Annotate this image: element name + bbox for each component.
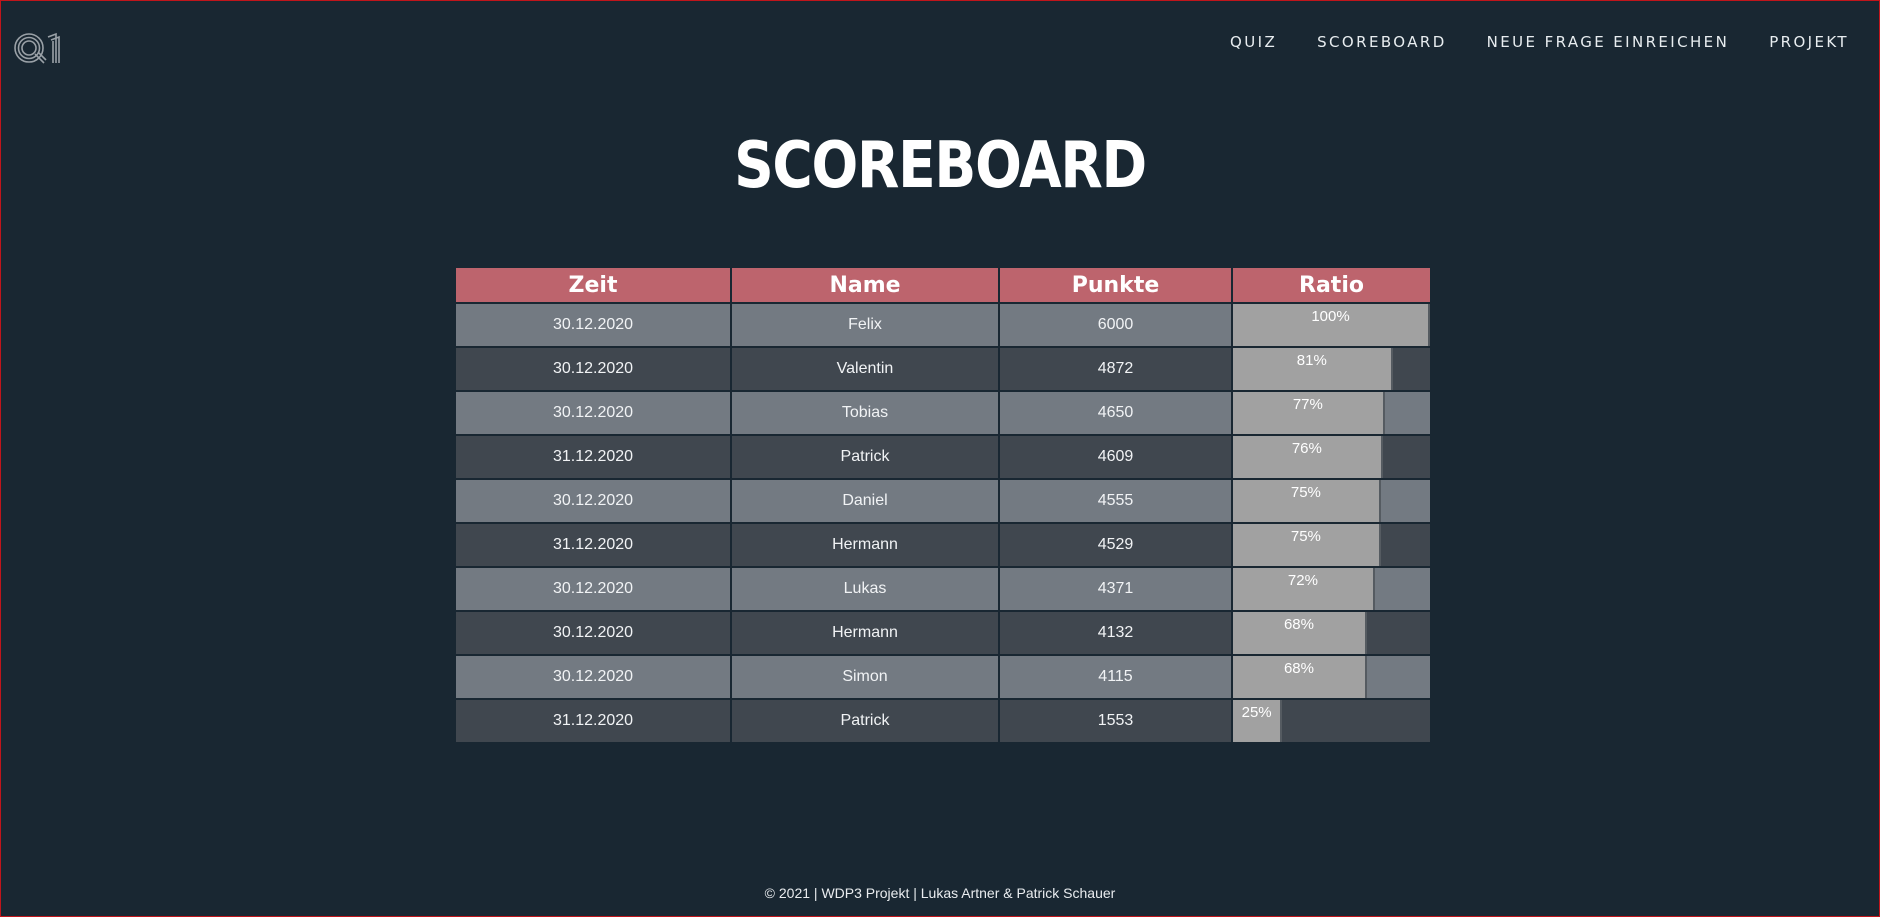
time-cell: 30.12.2020 [454,566,732,612]
ratio-label: 77% [1292,396,1323,413]
column-header-time: Zeit [454,266,732,304]
ratio-label: 25% [1241,704,1272,721]
time-cell: 30.12.2020 [454,610,732,656]
ratio-bar: 77% [1233,392,1385,434]
points-cell: 1553 [998,698,1233,744]
ratio-cell: 76% [1231,434,1432,480]
points-cell: 6000 [998,302,1233,348]
page-title: SCOREBOARD [734,129,1147,203]
ratio-label: 68% [1283,616,1314,633]
name-cell: Daniel [730,478,1000,524]
ratio-bar: 75% [1233,524,1381,566]
time-cell: 30.12.2020 [454,654,732,700]
points-cell: 4650 [998,390,1233,436]
table-row: 31.12.2020 Hermann 4529 75% [454,522,1432,568]
ratio-bar: 76% [1233,436,1383,478]
points-cell: 4609 [998,434,1233,480]
points-cell: 4529 [998,522,1233,568]
name-cell: Patrick [730,698,1000,744]
table-row: 30.12.2020 Valentin 4872 81% [454,346,1432,392]
ratio-cell: 100% [1231,302,1432,348]
footer-copyright: © 2021 | WDP3 Projekt | Lukas Artner & P… [764,885,1116,901]
ratio-bar: 68% [1233,612,1367,654]
table-row: 30.12.2020 Daniel 4555 75% [454,478,1432,524]
ratio-cell: 68% [1231,610,1432,656]
nav-project-link[interactable]: PROJEKT [1769,33,1849,51]
table-body: 30.12.2020 Felix 6000 100% 30.12.2020 Valenti… [454,302,1432,744]
name-cell: Hermann [730,522,1000,568]
column-header-points: Punkte [998,266,1233,304]
column-header-ratio: Ratio [1231,266,1432,304]
ratio-cell: 68% [1231,654,1432,700]
table-row: 31.12.2020 Patrick 4609 76% [454,434,1432,480]
ratio-bar: 81% [1233,348,1393,390]
name-cell: Felix [730,302,1000,348]
table-row: 30.12.2020 Hermann 4132 68% [454,610,1432,656]
points-cell: 4132 [998,610,1233,656]
ratio-cell: 72% [1231,566,1432,612]
nav-scoreboard-link[interactable]: SCOREBOARD [1317,33,1447,51]
table-row: 30.12.2020 Lukas 4371 72% [454,566,1432,612]
time-cell: 30.12.2020 [454,390,732,436]
main-nav: QUIZ SCOREBOARD NEUE FRAGE EINREICHEN PR… [1230,33,1849,51]
ratio-cell: 77% [1231,390,1432,436]
table-row: 30.12.2020 Tobias 4650 77% [454,390,1432,436]
time-cell: 31.12.2020 [454,522,732,568]
points-cell: 4371 [998,566,1233,612]
name-cell: Hermann [730,610,1000,656]
ratio-cell: 25% [1231,698,1432,744]
points-cell: 4555 [998,478,1233,524]
ratio-label: 75% [1290,484,1321,501]
ratio-bar: 68% [1233,656,1367,698]
ratio-label: 81% [1296,352,1327,369]
ratio-label: 72% [1287,572,1318,589]
ratio-bar: 25% [1233,700,1283,742]
q1-logo[interactable]: Q1 [13,31,61,65]
ratio-bar: 100% [1233,304,1430,346]
ratio-bar: 72% [1233,568,1375,610]
table-row: 30.12.2020 Simon 4115 68% [454,654,1432,700]
time-cell: 31.12.2020 [454,698,732,744]
time-cell: 31.12.2020 [454,434,732,480]
points-cell: 4872 [998,346,1233,392]
time-cell: 30.12.2020 [454,302,732,348]
ratio-label: 100% [1311,308,1350,325]
name-cell: Valentin [730,346,1000,392]
ratio-cell: 75% [1231,522,1432,568]
name-cell: Simon [730,654,1000,700]
nav-quiz-link[interactable]: QUIZ [1230,33,1277,51]
name-cell: Patrick [730,434,1000,480]
column-header-name: Name [730,266,1000,304]
time-cell: 30.12.2020 [454,346,732,392]
points-cell: 4115 [998,654,1233,700]
ratio-label: 75% [1290,528,1321,545]
ratio-cell: 81% [1231,346,1432,392]
scoreboard-table: Zeit Name Punkte Ratio 30.12.2020 Felix 60… [454,266,1432,744]
ratio-bar: 75% [1233,480,1381,522]
name-cell: Lukas [730,566,1000,612]
table-row: 31.12.2020 Patrick 1553 25% [454,698,1432,744]
table-row: 30.12.2020 Felix 6000 100% [454,302,1432,348]
nav-submit-question-link[interactable]: NEUE FRAGE EINREICHEN [1487,33,1730,51]
time-cell: 30.12.2020 [454,478,732,524]
ratio-cell: 75% [1231,478,1432,524]
ratio-label: 76% [1291,440,1322,457]
name-cell: Tobias [730,390,1000,436]
ratio-label: 68% [1283,660,1314,677]
table-header-row: Zeit Name Punkte Ratio [454,266,1432,304]
